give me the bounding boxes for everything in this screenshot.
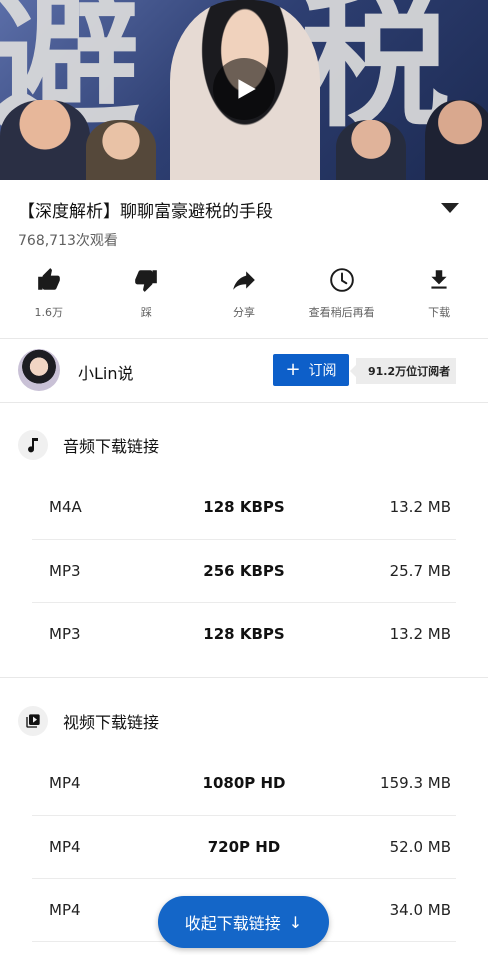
audio-download-row[interactable]: MP3 256 KBPS 25.7 MB [32,540,456,603]
audio-download-row[interactable]: M4A 128 KBPS 13.2 MB [32,476,456,539]
like-count: 1.6万 [34,306,64,319]
video-section-header: 视频下载链接 [18,706,159,736]
action-bar: 1.6万 踩 分享 查看稍后再看 下载 [0,262,488,326]
thumbnail-person [86,120,156,180]
arrow-down-icon: ↓ [288,912,303,932]
play-icon [238,79,256,99]
download-quality: 256 KBPS [203,562,285,580]
download-format: MP3 [49,562,81,580]
download-format: MP4 [49,838,81,856]
download-quality: 720P HD [207,838,281,856]
divider [0,338,488,339]
plus-icon: + [285,359,301,380]
download-size: 13.2 MB [389,498,451,516]
dislike-label: 踩 [140,306,152,319]
clock-icon [329,266,355,294]
divider [0,677,488,678]
download-format: MP4 [49,901,81,919]
audio-section-title: 音频下载链接 [63,437,160,456]
share-label: 分享 [232,306,255,319]
share-icon [231,266,257,294]
video-download-row[interactable]: MP4 720P HD 52.0 MB [32,816,456,879]
watch-later-button[interactable]: 查看稍后再看 [293,262,391,326]
download-format: MP4 [49,774,81,792]
share-button[interactable]: 分享 [195,262,293,326]
audio-download-row[interactable]: MP3 128 KBPS 13.2 MB [32,603,456,666]
play-button[interactable] [213,58,275,120]
video-title: 【深度解析】聊聊富豪避税的手段 [18,202,273,222]
video-section-title: 视频下载链接 [63,713,160,732]
download-quality: 128 KBPS [203,498,285,516]
avatar[interactable] [18,349,60,391]
video-player[interactable]: 避 税 [0,0,488,180]
collapse-downloads-button[interactable]: 收起下载链接 ↓ [158,896,329,948]
thumbnail-person [0,100,90,180]
download-icon [426,266,452,294]
view-count: 768,713次观看 [18,233,118,249]
download-button[interactable]: 下载 [390,262,488,326]
download-size: 159.3 MB [380,774,451,792]
watch-later-label: 查看稍后再看 [308,306,375,319]
collapse-downloads-label: 收起下载链接 [184,914,281,933]
music-note-icon [18,430,48,460]
download-quality: 128 KBPS [203,625,285,643]
download-size: 34.0 MB [389,901,451,919]
thumbnail-person [425,100,488,180]
divider [0,402,488,403]
download-format: MP3 [49,625,81,643]
expand-description-icon[interactable] [440,201,460,215]
thumbnail-person [336,120,406,180]
audio-section-header: 音频下载链接 [18,430,159,460]
download-size: 13.2 MB [389,625,451,643]
dislike-button[interactable]: 踩 [98,262,196,326]
channel-name[interactable]: 小Lin说 [78,360,134,384]
subscribe-button[interactable]: + 订阅 [273,354,349,386]
thumbnail-overlay-text-right: 税 [300,0,450,148]
download-format: M4A [49,498,82,516]
thumbs-down-icon [133,266,159,294]
download-size: 25.7 MB [389,562,451,580]
subscriber-count: 91.2万位订阅者 [349,358,457,384]
video-library-icon [18,706,48,736]
like-button[interactable]: 1.6万 [0,262,98,326]
subscribe-label: 订阅 [308,363,337,379]
download-label: 下载 [428,306,451,319]
download-size: 52.0 MB [389,838,451,856]
video-download-row[interactable]: MP4 1080P HD 159.3 MB [32,752,456,815]
download-quality: 1080P HD [202,774,286,792]
thumbs-up-icon [36,266,62,294]
